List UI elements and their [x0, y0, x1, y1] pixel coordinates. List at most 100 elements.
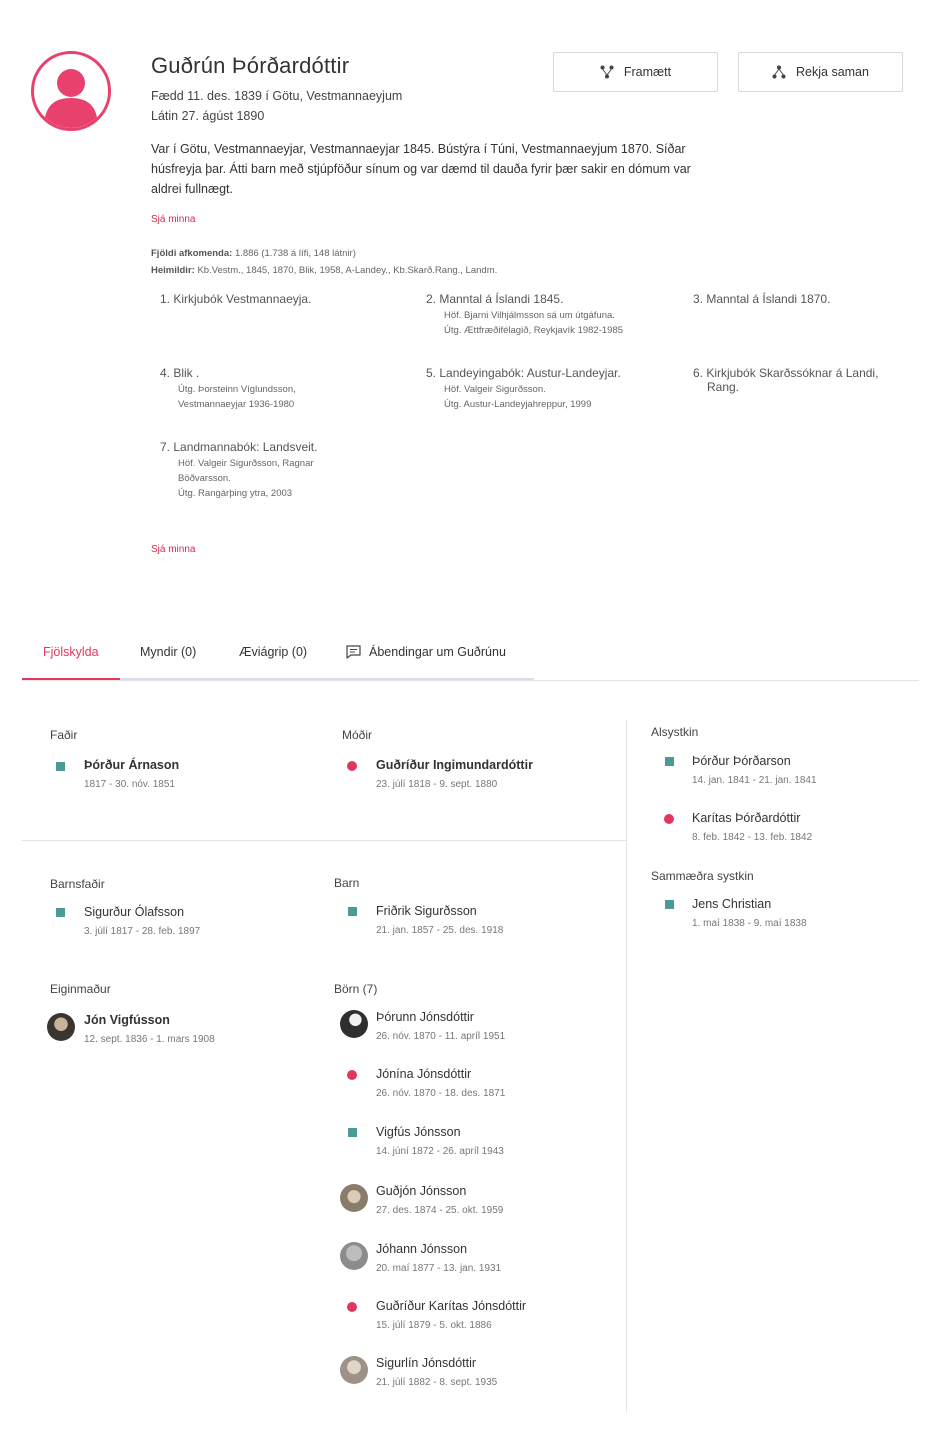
father-heading: Faðir [50, 728, 78, 742]
person-dates: 27. des. 1874 - 25. okt. 1959 [376, 1205, 504, 1216]
person-photo [340, 1010, 368, 1038]
person-dates: 12. sept. 1836 - 1. mars 1908 [84, 1034, 215, 1045]
person-dates: 3. júlí 1817 - 28. feb. 1897 [84, 926, 201, 937]
profile-name: Guðrún Þórðardóttir [151, 53, 350, 78]
birth-info: Fædd 11. des. 1839 í Götu, Vestmannaeyju… [151, 89, 403, 103]
person-name[interactable]: Sigurður Ólafsson [84, 905, 184, 919]
source-detail: Útg. Ættfræðifélagið, Reykjavík 1982-198… [444, 325, 624, 336]
source-title: 7. Landmannabók: Landsveit. [160, 440, 318, 454]
children-heading: Börn (7) [334, 982, 378, 996]
relation-icon [772, 65, 786, 79]
source-detail: Útg. Rangárþing ytra, 2003 [178, 488, 293, 499]
half-siblings-heading: Sammæðra systkin [651, 869, 754, 883]
male-marker-icon [348, 907, 357, 916]
person-name[interactable]: Jón Vigfússon [84, 1013, 170, 1027]
person-name[interactable]: Sigurlín Jónsdóttir [376, 1356, 476, 1370]
female-marker-icon [347, 1070, 357, 1080]
person-dates: 21. jan. 1857 - 25. des. 1918 [376, 925, 504, 936]
tab-biography[interactable]: Æviágrip (0) [239, 645, 307, 659]
person-dates: 15. júlí 1879 - 5. okt. 1886 [376, 1320, 492, 1331]
source-item: 7. Landmannabók: Landsveit. Höf. Valgeir… [160, 440, 410, 501]
person-name[interactable]: Guðríður Ingimundardóttir [376, 758, 533, 772]
female-marker-icon [347, 761, 357, 771]
male-marker-icon [56, 762, 65, 771]
person-name[interactable]: Þórður Árnason [84, 758, 179, 772]
person-name[interactable]: Jónína Jónsdóttir [376, 1067, 471, 1081]
person-dates: 1. maí 1838 - 9. maí 1838 [692, 918, 807, 929]
person-dates: 26. nóv. 1870 - 11. apríl 1951 [376, 1031, 506, 1042]
person-dates: 26. nóv. 1870 - 18. des. 1871 [376, 1088, 506, 1099]
ancestors-button-label: Framætt [623, 65, 672, 79]
trace-relation-button[interactable]: Rekja saman [738, 52, 903, 92]
row-divider [22, 840, 626, 841]
source-item: 1. Kirkjubók Vestmannaeyja. [160, 292, 410, 306]
person-dates: 8. feb. 1842 - 13. feb. 1842 [692, 832, 813, 843]
person-name[interactable]: Jóhann Jónsson [376, 1242, 467, 1256]
comment-icon [346, 645, 361, 659]
sources-summary: Heimildir: Kb.Vestm., 1845, 1870, Blik, … [151, 265, 497, 276]
source-title: 2. Manntal á Íslandi 1845. [426, 292, 564, 306]
source-title: 3. Manntal á Íslandi 1870. [693, 292, 831, 306]
active-tab-indicator [22, 678, 120, 680]
person-name[interactable]: Vigfús Jónsson [376, 1125, 461, 1139]
source-title-continued: Rang. [707, 380, 740, 394]
person-name[interactable]: Karítas Þórðardóttir [692, 811, 800, 825]
male-marker-icon [56, 908, 65, 917]
source-title: 4. Blik . [160, 366, 200, 380]
family-tree-icon [600, 65, 614, 79]
sources-value: Kb.Vestm., 1845, 1870, Blik, 1958, A-Lan… [197, 265, 498, 276]
source-title: 5. Landeyingabók: Austur-Landeyjar. [426, 366, 621, 380]
male-marker-icon [665, 900, 674, 909]
person-photo [340, 1242, 368, 1270]
female-silhouette-icon [44, 69, 98, 128]
male-marker-icon [665, 757, 674, 766]
person-name[interactable]: Þórður Þórðarson [692, 754, 791, 768]
source-detail: Útg. Þorsteinn Víglundsson, [178, 384, 296, 395]
descendants-value: 1.886 (1.738 á lífi, 148 látnir) [234, 248, 356, 259]
full-siblings-heading: Alsystkin [651, 725, 699, 739]
biography-text: Var í Götu, Vestmannaeyjar, Vestmannaeyj… [151, 142, 691, 196]
person-dates: 21. júlí 1882 - 8. sept. 1935 [376, 1377, 498, 1388]
female-marker-icon [664, 814, 674, 824]
person-photo [340, 1356, 368, 1384]
person-photo [340, 1184, 368, 1212]
sources-label: Heimildir: [151, 265, 195, 276]
tab-feedback-label: Ábendingar um Guðrúnu [369, 645, 506, 659]
mother-heading: Móðir [342, 728, 373, 742]
ancestors-button[interactable]: Framætt [553, 52, 718, 92]
source-item: 5. Landeyingabók: Austur-Landeyjar. Höf.… [426, 366, 676, 412]
source-detail: Höf. Bjarni Vilhjálmsson sá um útgáfuna. [444, 310, 615, 321]
person-dates: 20. maí 1877 - 13. jan. 1931 [376, 1263, 502, 1274]
column-divider [626, 720, 627, 1413]
female-marker-icon [347, 1302, 357, 1312]
source-item: 2. Manntal á Íslandi 1845. Höf. Bjarni V… [426, 292, 676, 338]
tab-feedback[interactable]: Ábendingar um Guðrúnu [346, 645, 506, 659]
source-detail: Útg. Austur-Landeyjahreppur, 1999 [444, 399, 592, 410]
child-father-heading: Barnsfaðir [50, 877, 105, 891]
source-detail: Höf. Valgeir Sigurðsson. [444, 384, 546, 395]
source-title: 6. Kirkjubók Skarðssóknar á Landi, [693, 366, 879, 380]
person-photo [47, 1013, 75, 1041]
person-dates: 14. júní 1872 - 26. apríl 1943 [376, 1146, 504, 1157]
tab-family[interactable]: Fjölskylda [43, 645, 99, 659]
see-less-link[interactable]: Sjá minna [151, 544, 195, 555]
person-dates: 1817 - 30. nóv. 1851 [84, 779, 175, 790]
husband-heading: Eiginmaður [50, 982, 111, 996]
descendants-label: Fjöldi afkomenda: [151, 248, 233, 259]
source-detail: Vestmannaeyjar 1936-1980 [178, 399, 295, 410]
trace-relation-button-label: Rekja saman [796, 65, 869, 79]
person-name[interactable]: Guðríður Karítas Jónsdóttir [376, 1299, 526, 1313]
child-heading: Barn [334, 876, 360, 890]
person-name[interactable]: Guðjón Jónsson [376, 1184, 466, 1198]
tab-photos[interactable]: Myndir (0) [140, 645, 196, 659]
person-name[interactable]: Friðrik Sigurðsson [376, 904, 477, 918]
person-name[interactable]: Jens Christian [692, 897, 771, 911]
person-name[interactable]: Þórunn Jónsdóttir [376, 1010, 474, 1024]
profile-avatar [31, 51, 111, 131]
source-detail: Böðvarsson. [178, 473, 231, 484]
person-dates: 23. júlí 1818 - 9. sept. 1880 [376, 779, 498, 790]
source-item: 6. Kirkjubók Skarðssóknar á Landi, Rang. [693, 366, 913, 394]
see-less-link[interactable]: Sjá minna [151, 214, 195, 225]
source-title: 1. Kirkjubók Vestmannaeyja. [160, 292, 312, 306]
death-info: Látin 27. ágúst 1890 [151, 109, 265, 123]
